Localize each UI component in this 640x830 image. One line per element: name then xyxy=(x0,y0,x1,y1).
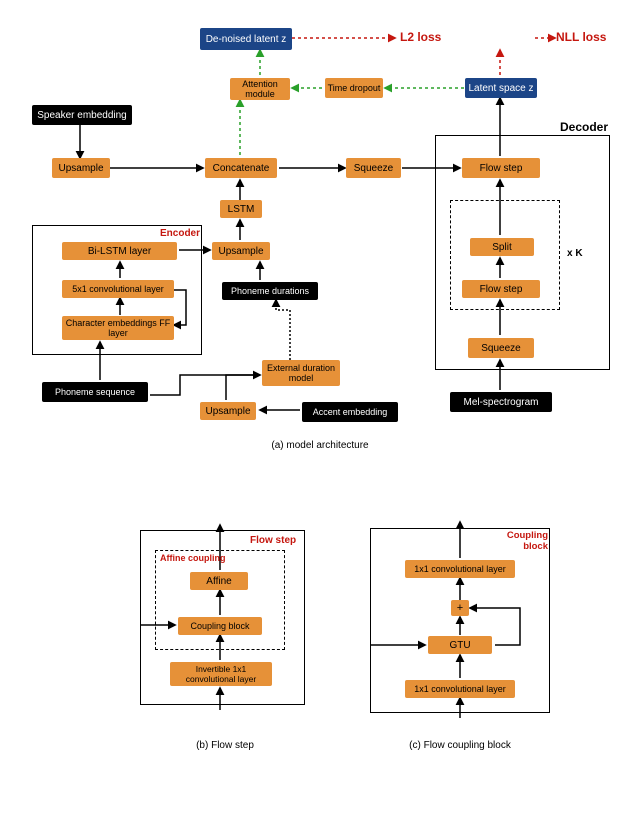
affine-title: Affine coupling xyxy=(160,553,226,563)
accent-embedding: Accent embedding xyxy=(302,402,398,422)
caption-c: (c) Flow coupling block xyxy=(400,740,520,751)
phoneme-sequence: Phoneme sequence xyxy=(42,382,148,402)
flow-step-bot: Flow step xyxy=(462,280,540,298)
conv-bot: 1x1 convolutional layer xyxy=(405,680,515,698)
upsample-enc: Upsample xyxy=(212,242,270,260)
mel-spectrogram: Mel-spectrogram xyxy=(450,392,552,412)
conv-top: 1x1 convolutional layer xyxy=(405,560,515,578)
affine: Affine xyxy=(190,572,248,590)
ext-duration-model: External duration model xyxy=(262,360,340,386)
squeeze-dec: Squeeze xyxy=(468,338,534,358)
concatenate: Concatenate xyxy=(205,158,277,178)
l2-loss-label: L2 loss xyxy=(400,30,441,44)
latent-space: Latent space z xyxy=(465,78,537,98)
plus: + xyxy=(451,600,469,616)
denoised-latent: De-noised latent z xyxy=(200,28,292,50)
affine-frame xyxy=(155,550,285,650)
flow-step-top: Flow step xyxy=(462,158,540,178)
gtu: GTU xyxy=(428,636,492,654)
nll-loss-label: NLL loss xyxy=(556,30,606,44)
xk-label: x K xyxy=(567,248,583,259)
caption-a: (a) model architecture xyxy=(235,440,405,451)
encoder-title: Encoder xyxy=(160,228,200,239)
speaker-embedding: Speaker embedding xyxy=(32,105,132,125)
conv-layer: 5x1 convolutional layer xyxy=(62,280,174,298)
phoneme-durations: Phoneme durations xyxy=(222,282,318,300)
coupling-title: Coupling block xyxy=(500,530,548,552)
squeeze-top: Squeeze xyxy=(346,158,401,178)
decoder-title: Decoder xyxy=(560,120,608,134)
time-dropout: Time dropout xyxy=(325,78,383,98)
upsample-speaker: Upsample xyxy=(52,158,110,178)
caption-b: (b) Flow step xyxy=(185,740,265,751)
inv-conv: Invertible 1x1 convolutional layer xyxy=(170,662,272,686)
bilstm-layer: Bi-LSTM layer xyxy=(62,242,177,260)
lstm: LSTM xyxy=(220,200,262,218)
coupling-block: Coupling block xyxy=(178,617,262,635)
attention-module: Attention module xyxy=(230,78,290,100)
flowstep-title: Flow step xyxy=(250,535,296,546)
split: Split xyxy=(470,238,534,256)
char-embed: Character embeddings FF layer xyxy=(62,316,174,340)
upsample-accent: Upsample xyxy=(200,402,256,420)
